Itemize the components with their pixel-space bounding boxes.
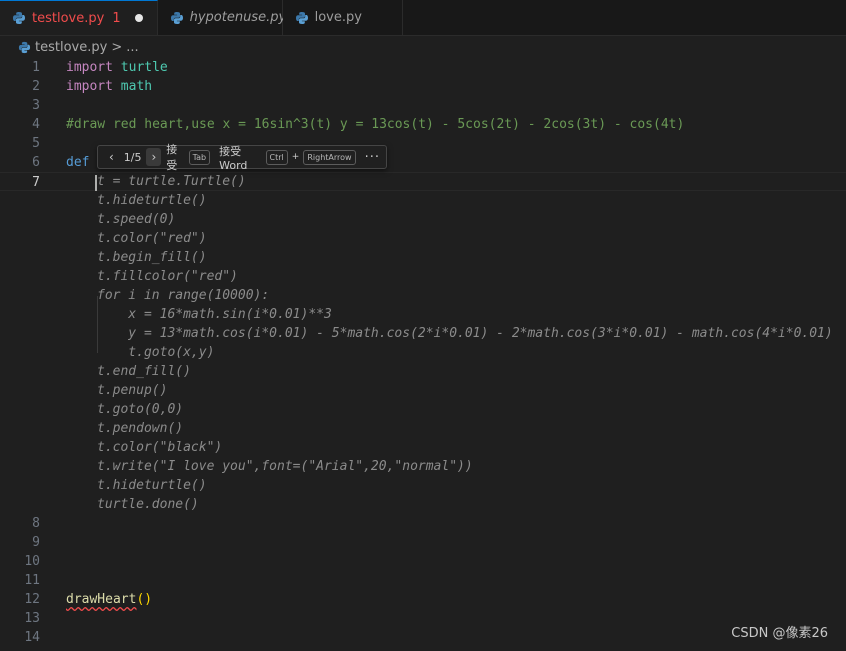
code-line: 1 import turtle xyxy=(0,58,846,77)
tab-label: testlove.py xyxy=(32,10,105,26)
ghost-code-line: t.end_fill() xyxy=(97,364,191,379)
accept-button[interactable]: 接受 Tab xyxy=(166,141,211,173)
tab-label: hypotenuse.py xyxy=(189,10,287,25)
keyword-import: import xyxy=(66,79,113,94)
ghost-code-line: t.color("black") xyxy=(97,440,223,455)
ghost-code-line: t.penup() xyxy=(97,383,168,398)
line-number: 14 xyxy=(24,630,40,645)
ghost-code-line: t.color("red") xyxy=(97,231,207,246)
ghost-code-line: x = 16*math.sin(i*0.01)**3 xyxy=(97,307,332,322)
ghost-code-line: t.begin_fill() xyxy=(97,250,207,265)
parentheses: () xyxy=(136,592,153,607)
tab-testlove[interactable]: testlove.py 1 xyxy=(0,0,158,35)
line-number: 8 xyxy=(32,516,40,531)
code-line: 12 drawHeart() xyxy=(0,590,846,609)
python-icon xyxy=(170,11,184,25)
keybinding-rightarrow: RightArrow xyxy=(303,149,356,165)
line-number: 11 xyxy=(24,573,40,588)
keyword-import: import xyxy=(66,60,113,75)
keybinding-tab: Tab xyxy=(188,149,211,165)
chevron-right-icon: > xyxy=(111,39,123,55)
problem-count-badge: 1 xyxy=(112,10,121,26)
tab-label: love.py xyxy=(314,10,362,25)
ghost-code-line: t.hideturtle() xyxy=(97,193,207,208)
ghost-code-line: t.goto(x,y) xyxy=(97,345,215,360)
code-line: 8 xyxy=(0,514,846,533)
line-number: 13 xyxy=(24,611,40,626)
tab-bar: testlove.py 1 hypotenuse.py love.py xyxy=(0,0,846,36)
keybinding-plus: + xyxy=(291,152,300,162)
watermark: CSDN @像素26 xyxy=(731,626,828,641)
code-line: 4 #draw red heart,use x = 16sin^3(t) y =… xyxy=(0,115,846,134)
breadcrumb-file[interactable]: testlove.py xyxy=(35,40,107,55)
keyword-def: def xyxy=(66,155,90,170)
ghost-code-line: t.write("I love you",font=("Arial",20,"n… xyxy=(97,459,473,474)
code-line: 2 import math xyxy=(0,77,846,96)
line-number: 9 xyxy=(32,535,40,550)
ghost-code-line: y = 13*math.cos(i*0.01) - 5*math.cos(2*i… xyxy=(97,326,833,341)
unsaved-dot-icon[interactable] xyxy=(134,14,143,22)
line-number: 3 xyxy=(32,98,40,113)
code-line: 10 xyxy=(0,552,846,571)
more-actions-icon[interactable]: ··· xyxy=(365,150,380,165)
module-name: math xyxy=(120,79,153,94)
python-icon xyxy=(18,41,31,54)
line-number: 12 xyxy=(24,592,40,607)
ghost-code-line: t.hideturtle() xyxy=(97,478,207,493)
line-number: 4 xyxy=(32,117,40,132)
ghost-code-line: for i in range(10000): xyxy=(97,288,270,303)
chevron-left-icon[interactable]: ‹ xyxy=(104,148,119,166)
comment: #draw red heart,use x = 16sin^3(t) y = 1… xyxy=(66,117,685,132)
python-icon xyxy=(12,11,26,25)
line-number: 7 xyxy=(32,175,40,190)
ghost-code-line: t.fillcolor("red") xyxy=(97,269,238,284)
ghost-code-line: t.pendown() xyxy=(97,421,184,436)
breadcrumb-symbols[interactable]: ... xyxy=(126,40,138,55)
code-line: 11 xyxy=(0,571,846,590)
tab-love[interactable]: love.py xyxy=(282,0,403,35)
line-number: 5 xyxy=(32,136,40,151)
ghost-code-line: t.goto(0,0) xyxy=(97,402,184,417)
module-name: turtle xyxy=(120,60,168,75)
code-line: 13 xyxy=(0,609,846,628)
suggestion-counter: 1/5 xyxy=(123,150,142,164)
keybinding-ctrl: Ctrl xyxy=(265,149,288,165)
accept-word-button[interactable]: 接受 Word Ctrl + RightArrow xyxy=(219,143,356,172)
line-number: 10 xyxy=(24,554,40,569)
code-line: 14 xyxy=(0,628,846,647)
breadcrumb: testlove.py > ... xyxy=(0,36,846,58)
ghost-code-line: t.speed(0) xyxy=(97,212,176,227)
accept-label: 接受 xyxy=(166,143,178,172)
indent-guide xyxy=(97,296,98,353)
line-number: 6 xyxy=(32,155,40,170)
accept-word-label: 接受 Word xyxy=(219,144,248,172)
inline-suggestion-toolbar: ‹ 1/5 › 接受 Tab 接受 Word Ctrl + RightArrow… xyxy=(97,143,387,172)
code-line: 9 xyxy=(0,533,846,552)
ghost-code-line: t = turtle.Turtle() xyxy=(97,174,246,189)
line-number: 2 xyxy=(32,79,40,94)
python-icon xyxy=(295,11,309,25)
tab-hypotenuse[interactable]: hypotenuse.py xyxy=(157,0,286,35)
code-line: 3 xyxy=(0,96,846,115)
function-call: drawHeart xyxy=(66,592,137,607)
ghost-code-line: turtle.done() xyxy=(97,497,199,512)
chevron-right-icon[interactable]: › xyxy=(146,148,162,166)
line-number: 1 xyxy=(32,60,40,75)
